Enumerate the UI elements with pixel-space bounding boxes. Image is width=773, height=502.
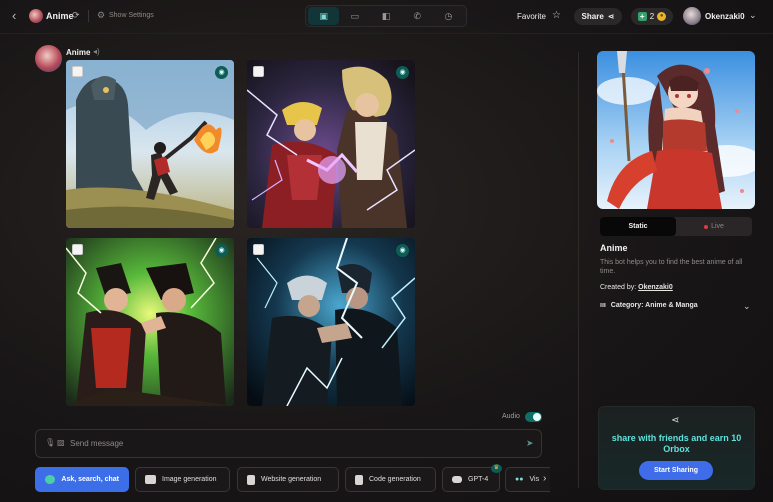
document-icon xyxy=(247,474,255,485)
sidebar-layout-icon[interactable]: ▣ xyxy=(308,7,340,25)
chat-bubbles-icon xyxy=(45,475,56,484)
chevron-down-icon[interactable]: ⌄ xyxy=(749,10,757,21)
tool-website-generation[interactable]: Website generation xyxy=(237,467,339,492)
gear-icon[interactable]: ⚙ xyxy=(97,10,105,21)
bot-description: This bot helps you to find the best anim… xyxy=(600,259,743,275)
user-avatar[interactable] xyxy=(683,7,701,25)
share-icon: ⋖ xyxy=(607,12,615,21)
tool-image-generation[interactable]: Image generation xyxy=(135,467,230,492)
show-settings-link[interactable]: Show Settings xyxy=(109,12,154,19)
image-select-checkbox[interactable] xyxy=(253,66,264,77)
category-row[interactable]: ııı Category: Anime & Manga xyxy=(600,302,698,309)
tool-ask-search-chat[interactable]: Ask, search, chat xyxy=(35,467,129,492)
tool-label: Image generation xyxy=(162,476,217,483)
back-chevron-icon[interactable]: ‹ xyxy=(12,9,26,23)
message-avatar xyxy=(35,45,62,72)
tab-live[interactable]: Live xyxy=(676,217,752,236)
generated-image-2[interactable]: ◉ xyxy=(247,60,415,228)
tool-label: Website generation xyxy=(261,476,322,483)
image-select-checkbox[interactable] xyxy=(253,244,264,255)
tab-live-label: Live xyxy=(711,223,724,230)
generated-image-3[interactable]: ◉ xyxy=(66,238,234,406)
username[interactable]: Okenzaki0 xyxy=(705,12,745,21)
refresh-icon[interactable]: ⟳ xyxy=(72,10,80,21)
generated-image-1[interactable]: ◉ xyxy=(66,60,234,228)
cloud-icon xyxy=(452,476,462,483)
sidebar-divider xyxy=(578,52,579,488)
history-icon[interactable]: ◷ xyxy=(433,7,464,25)
bot-avatar[interactable] xyxy=(29,9,43,23)
speaker-icon[interactable]: ◂) xyxy=(93,47,100,56)
eye-icon[interactable]: ◉ xyxy=(396,244,409,257)
chat-icon[interactable]: ▭ xyxy=(339,7,370,25)
crown-icon: ♛ xyxy=(491,464,502,473)
share-label: Share xyxy=(581,12,604,21)
image-attach-icon[interactable]: ▨ xyxy=(57,438,65,447)
mode-tabs: Static Live xyxy=(600,217,752,236)
image-select-checkbox[interactable] xyxy=(72,66,83,77)
tab-static-label: Static xyxy=(628,223,648,230)
message-author: Anime xyxy=(66,48,91,57)
audio-toggle[interactable] xyxy=(525,412,542,422)
eye-icon[interactable]: ◉ xyxy=(215,244,228,257)
tool-label: Code generation xyxy=(369,476,421,483)
image-icon xyxy=(145,475,156,484)
image-art xyxy=(66,60,234,228)
phone-icon[interactable]: ✆ xyxy=(402,7,433,25)
hero-art xyxy=(597,51,755,209)
favorite-button[interactable]: Favorite xyxy=(517,12,546,21)
tool-code-generation[interactable]: Code generation xyxy=(345,467,436,492)
chevron-down-icon[interactable]: ⌄ xyxy=(743,301,751,312)
share-button[interactable]: Share ⋖ xyxy=(574,8,622,25)
share-icon: ⋖ xyxy=(671,415,680,426)
points-badge[interactable]: + 2 ● xyxy=(631,8,673,25)
divider xyxy=(88,10,89,22)
top-bar: ‹ Anime ⟳ ⚙ Show Settings ▣ ▭ ◧ ✆ ◷ Favo… xyxy=(0,0,773,33)
tool-label: GPT-4 xyxy=(468,476,489,483)
points-count: 2 xyxy=(649,12,655,21)
eye-icon[interactable]: ◉ xyxy=(396,66,409,79)
bar-chart-icon: ııı xyxy=(600,302,606,309)
generated-image-4[interactable]: ◉ xyxy=(247,238,415,406)
live-dot-icon xyxy=(704,224,709,229)
creator-link[interactable]: Okenzaki0 xyxy=(638,284,673,291)
coin-icon: ● xyxy=(657,12,667,21)
image-art xyxy=(247,238,415,406)
tool-selector: Ask, search, chat Image generation Websi… xyxy=(35,467,550,493)
document-icon xyxy=(355,474,363,485)
start-sharing-button[interactable]: Start Sharing xyxy=(639,461,713,480)
view-mode-switch: ▣ ▭ ◧ ✆ ◷ xyxy=(305,5,467,27)
bot-title: Anime xyxy=(600,243,628,253)
bot-name[interactable]: Anime xyxy=(46,11,74,21)
glasses-icon: ●● xyxy=(515,476,524,483)
image-select-checkbox[interactable] xyxy=(72,244,83,255)
audio-label: Audio xyxy=(502,413,520,420)
tool-label: Ask, search, chat xyxy=(61,476,119,483)
header-divider xyxy=(0,33,773,34)
eye-icon[interactable]: ◉ xyxy=(215,66,228,79)
created-by-label: Created by: xyxy=(600,284,637,291)
created-by: Created by: Okenzaki0 xyxy=(600,284,673,291)
send-icon[interactable]: ➤ xyxy=(526,438,534,449)
panel-icon[interactable]: ◧ xyxy=(370,7,401,25)
tab-static[interactable]: Static xyxy=(600,217,676,236)
microphone-icon[interactable]: 🎙︎ xyxy=(45,438,55,447)
bot-hero-image xyxy=(597,51,755,209)
star-icon[interactable]: ☆ xyxy=(552,10,561,21)
image-art xyxy=(247,60,415,228)
tool-label: Vis xyxy=(529,476,540,483)
category-label: Category: Anime & Manga xyxy=(610,302,698,309)
plus-icon: + xyxy=(637,12,647,21)
share-promo-text: share with friends and earn 10 Orbox xyxy=(611,433,742,454)
chevron-right-icon[interactable]: › xyxy=(543,473,546,484)
image-art xyxy=(66,238,234,406)
message-input[interactable] xyxy=(70,435,510,451)
